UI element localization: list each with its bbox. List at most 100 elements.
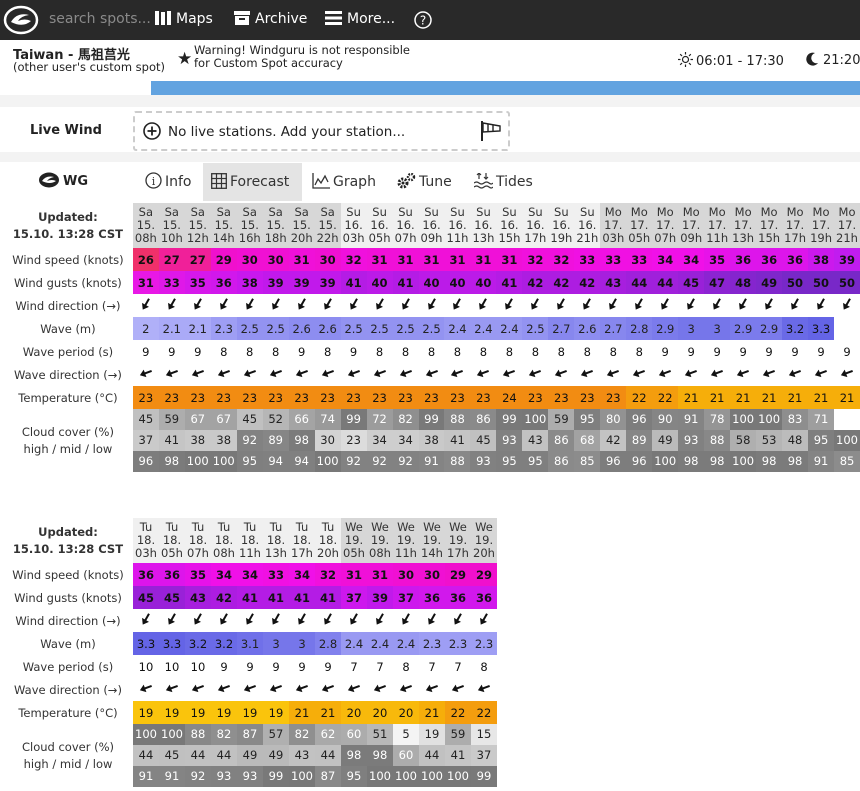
forecast-date-cell: Sa 15. 20h bbox=[288, 203, 315, 248]
cloud-high-cell: 100 bbox=[756, 409, 783, 430]
wave-cell: 2.3 bbox=[471, 632, 497, 655]
forecast-date-cell: Sa 15. 16h bbox=[236, 203, 263, 248]
wind-direction-row: Wind direction (→) bbox=[3, 294, 860, 317]
temperature-cell: 23 bbox=[184, 386, 211, 409]
wave-cell: 2.5 bbox=[418, 317, 445, 340]
cloud-mid-cell: 92 bbox=[236, 430, 263, 451]
wave-cell: 2.4 bbox=[470, 317, 497, 340]
wave-period-row: Wave period (s) 10 10 10 9 9 9 9 9 7 7 8 7 7 8 bbox=[3, 655, 497, 678]
wave-cell: 3 bbox=[678, 317, 705, 340]
cloud-low-cell: 100 bbox=[730, 451, 757, 472]
wave-period-cell: 8 bbox=[236, 340, 263, 363]
tab-info[interactable]: i Info bbox=[137, 163, 200, 201]
wave-direction-cell bbox=[367, 363, 393, 386]
forecast-date-cell: We 19. 20h bbox=[471, 518, 497, 563]
warning-line-2: for Custom Spot accuracy bbox=[194, 56, 343, 70]
cloud-high-row: Cloud cover (%) high / mid / low 100 100 88 8… bbox=[3, 724, 497, 771]
wind-direction-arrow-icon bbox=[376, 613, 384, 625]
cloud-high-cell: 67 bbox=[184, 409, 211, 430]
updated-title: Updated: bbox=[38, 209, 98, 224]
star-icon[interactable]: ★ bbox=[177, 49, 192, 69]
wave-direction-cell bbox=[704, 363, 730, 386]
temperature-cell: 23 bbox=[418, 386, 445, 409]
search-input[interactable]: search spots... bbox=[49, 11, 151, 27]
wave-period-cell: 8 bbox=[626, 340, 653, 363]
cloud-mid-cell: 30 bbox=[314, 430, 341, 451]
wave-direction-row: Wave direction (→) bbox=[3, 363, 860, 386]
cloud-high-cell: 82 bbox=[392, 409, 419, 430]
help-icon[interactable]: ? bbox=[414, 11, 432, 29]
wave-period-row: Wave period (s) 9 9 9 8 8 8 9 8 9 8 8 8 8 8 8 8 8 8 8 8 9 9 9 9 9… bbox=[3, 340, 860, 363]
wave-direction-cell bbox=[445, 678, 471, 701]
wave-direction-cell bbox=[237, 678, 263, 701]
wind-direction-cell bbox=[367, 294, 393, 317]
wave-direction-cell bbox=[159, 363, 185, 386]
forecast-table-2: Updated: 15.10. 13:28 CST Tu 18. 03h Tu 18. 05h… bbox=[3, 518, 497, 787]
tab-graph[interactable]: Graph bbox=[304, 163, 384, 201]
wind-speed-cell: 31 bbox=[418, 248, 445, 271]
temperature-cell: 23 bbox=[288, 386, 315, 409]
updated-time: 15.10. 13:28 CST bbox=[12, 226, 123, 241]
wave-period-cell: 8 bbox=[210, 340, 237, 363]
forecast-date-cell: Tu 18. 03h bbox=[133, 518, 159, 563]
wind-speed-row: Wind speed (knots) 36 36 35 34 34 33 34 32 31 31 30… bbox=[3, 563, 497, 586]
cloud-low-cell: 100 bbox=[393, 766, 419, 787]
cloud-cover-label: Cloud cover (%) high / mid / low bbox=[3, 724, 133, 787]
cloud-mid-cell: 44 bbox=[211, 745, 237, 766]
wind-speed-cell: 31 bbox=[444, 248, 471, 271]
temperature-cell: 19 bbox=[159, 701, 185, 724]
cloud-mid-cell: 43 bbox=[289, 745, 315, 766]
maps-menu[interactable]: Maps bbox=[155, 11, 213, 27]
temperature-cell: 20 bbox=[367, 701, 393, 724]
cloud-low-cell: 92 bbox=[340, 451, 367, 472]
wind-gusts-cell: 42 bbox=[211, 586, 237, 609]
tab-tune[interactable]: Tune bbox=[389, 163, 460, 201]
wind-direction-cell bbox=[263, 294, 289, 317]
wave-cell: 3 bbox=[263, 632, 289, 655]
wave-direction-cell bbox=[289, 363, 315, 386]
wave-cell: 3.2 bbox=[185, 632, 211, 655]
wave-direction-arrow-icon bbox=[399, 369, 412, 378]
cloud-low-cell: 92 bbox=[366, 451, 393, 472]
tab-forecast[interactable]: Forecast bbox=[203, 163, 302, 201]
wind-speed-label: Wind speed (knots) bbox=[12, 252, 124, 267]
cloud-low-cell: 99 bbox=[471, 766, 497, 787]
wave-period-cell: 9 bbox=[652, 340, 679, 363]
cloud-low-cell: 93 bbox=[211, 766, 237, 787]
archive-menu[interactable]: Archive bbox=[234, 11, 307, 27]
wind-speed-cell: 34 bbox=[678, 248, 705, 271]
wave-cell bbox=[834, 317, 860, 340]
temperature-cell: 21 bbox=[289, 701, 315, 724]
wave-direction-arrow-icon bbox=[295, 684, 308, 693]
temperature-cell: 23 bbox=[262, 386, 289, 409]
wind-gusts-cell: 48 bbox=[730, 271, 757, 294]
line-chart-icon bbox=[312, 173, 330, 189]
wind-direction-cell bbox=[159, 294, 185, 317]
wind-direction-arrow-icon bbox=[765, 298, 773, 310]
wave-period-cell: 10 bbox=[185, 655, 211, 678]
wave-direction-arrow-icon bbox=[659, 369, 672, 378]
wg-text: WG bbox=[63, 174, 89, 189]
wind-gusts-cell: 36 bbox=[419, 586, 445, 609]
cloud-low-cell: 95 bbox=[341, 766, 367, 787]
add-station-link[interactable]: No live stations. Add your station... bbox=[168, 124, 405, 140]
more-menu[interactable]: More... bbox=[325, 11, 395, 27]
top-navigation-bar: search spots... Maps Archive More... ? bbox=[0, 0, 860, 40]
windguru-logo-icon[interactable] bbox=[3, 4, 39, 36]
wind-direction-arrow-icon bbox=[479, 298, 488, 310]
wave-direction-cell bbox=[263, 363, 289, 386]
temperature-cell: 19 bbox=[237, 701, 263, 724]
live-wind-box[interactable]: No live stations. Add your station... bbox=[133, 111, 510, 151]
wind-speed-cell: 29 bbox=[210, 248, 237, 271]
wind-direction-cell bbox=[730, 294, 756, 317]
temperature-cell: 21 bbox=[730, 386, 757, 409]
wave-cell: 2.1 bbox=[158, 317, 185, 340]
forecast-date-cell: Mo 17. 19h bbox=[808, 203, 835, 248]
cloud-high-cell: 88 bbox=[185, 724, 211, 745]
wind-gusts-cell: 33 bbox=[158, 271, 185, 294]
cloud-high-cell: 86 bbox=[470, 409, 497, 430]
wave-cell: 2.6 bbox=[574, 317, 601, 340]
cloud-high-cell: 71 bbox=[808, 409, 835, 430]
tab-tides[interactable]: Tides bbox=[466, 163, 541, 201]
wave-direction-arrow-icon bbox=[347, 684, 360, 693]
